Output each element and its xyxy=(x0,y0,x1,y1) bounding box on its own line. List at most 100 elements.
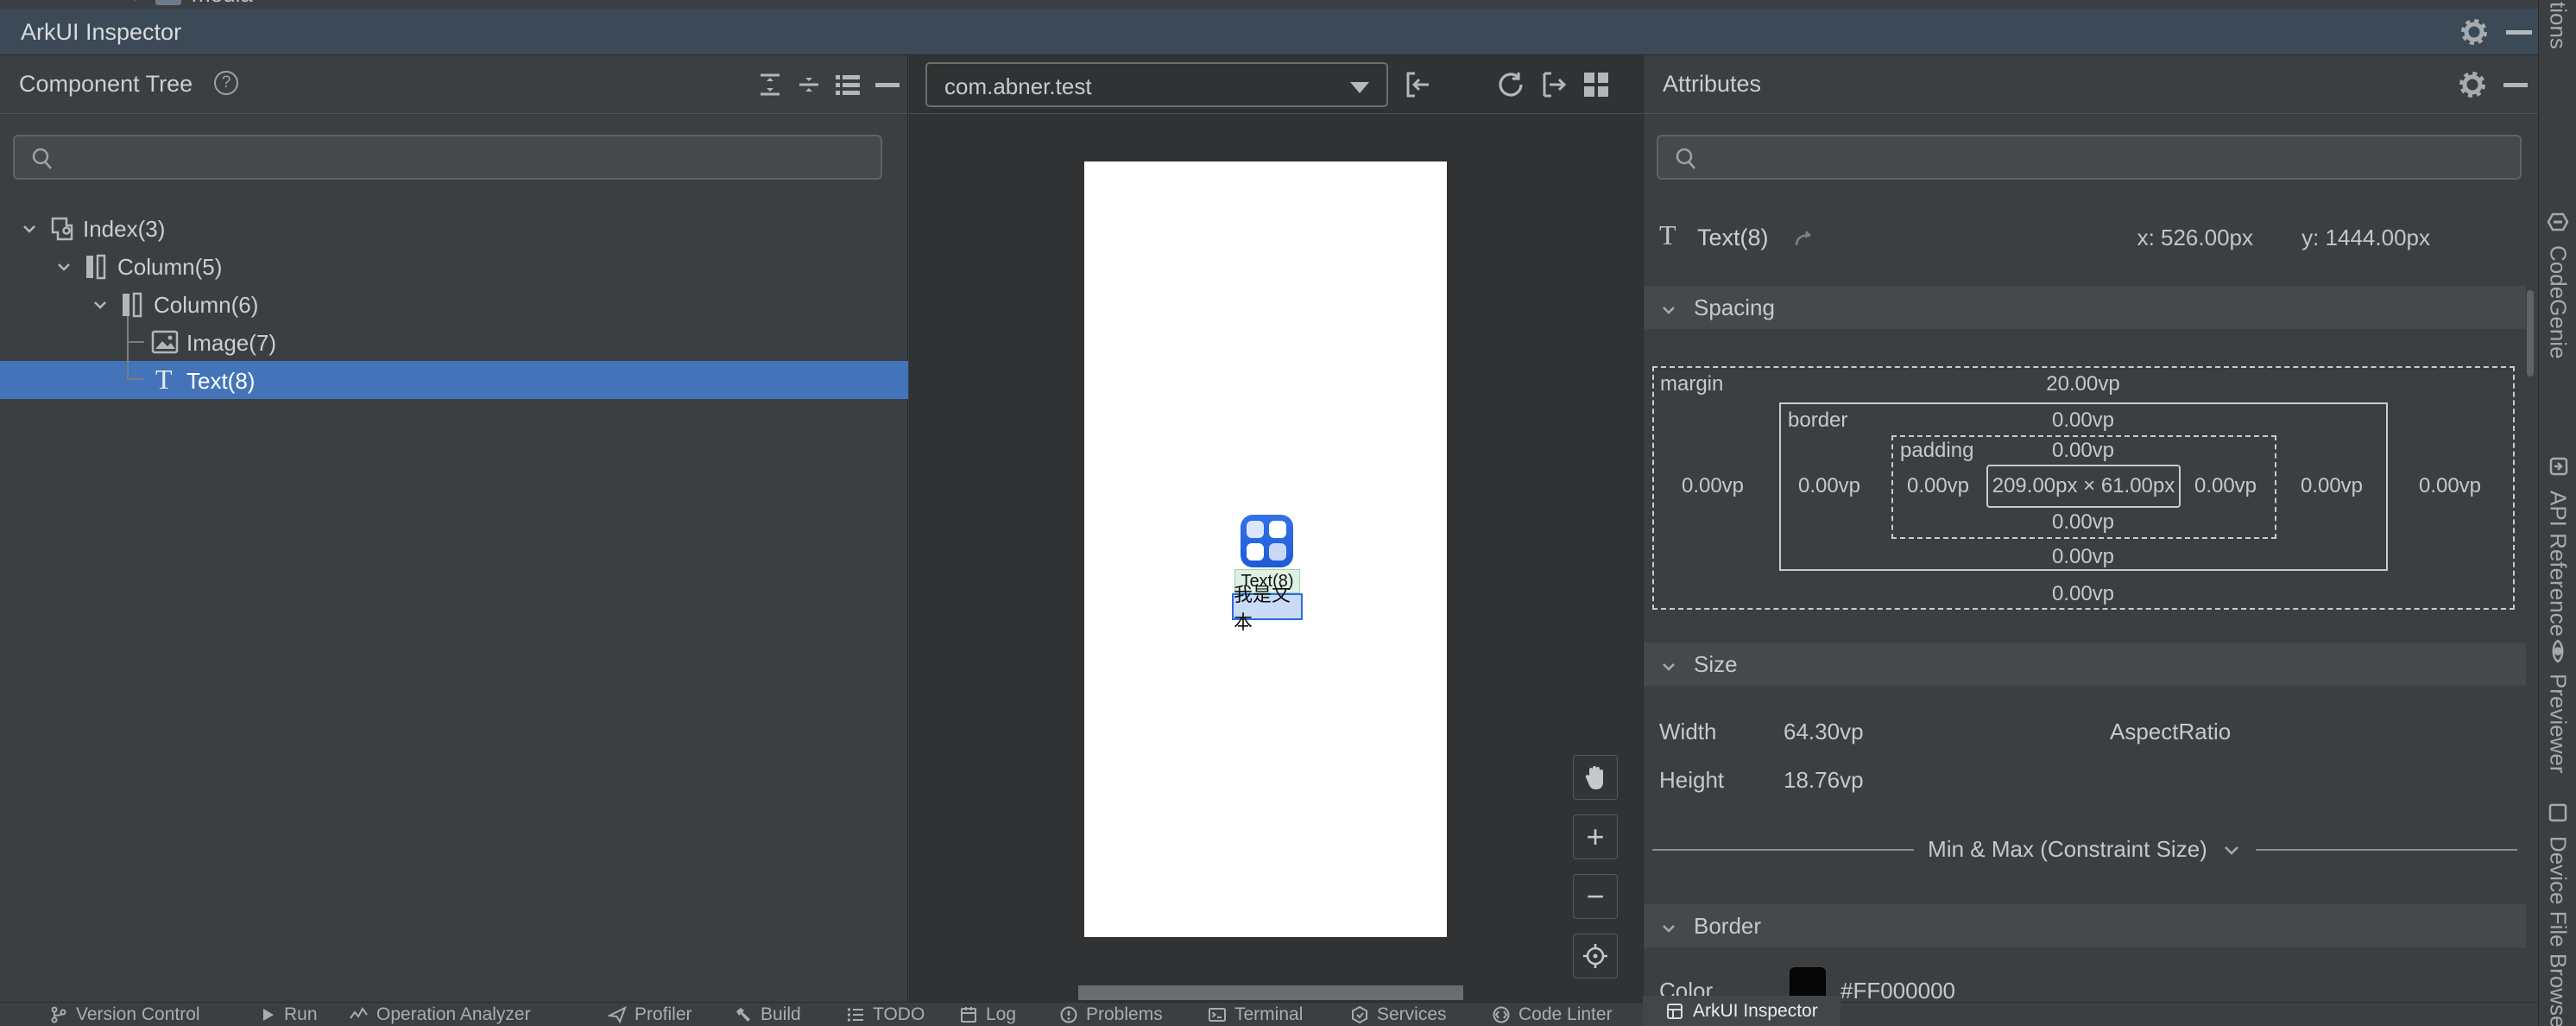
section-title: Border xyxy=(1694,913,1761,940)
hand-icon xyxy=(1582,763,1608,791)
toolbar-label: Build xyxy=(761,1004,801,1025)
hide-panel-icon[interactable] xyxy=(2498,55,2533,113)
paper-plane-icon xyxy=(608,1005,627,1024)
attributes-search-box xyxy=(1657,135,2522,180)
help-icon[interactable]: ? xyxy=(214,71,238,95)
toolbar-todo[interactable]: TODO xyxy=(846,1003,925,1026)
section-size[interactable]: Size xyxy=(1644,643,2526,686)
expand-all-icon[interactable] xyxy=(753,55,787,113)
panel-scrollbar[interactable] xyxy=(2527,290,2534,377)
plus-icon: + xyxy=(1586,821,1604,852)
codegenie-icon xyxy=(2547,211,2569,233)
list-view-icon[interactable] xyxy=(830,55,865,113)
tree-item-label: Index(3) xyxy=(83,216,165,243)
tree-item-column6[interactable]: Column(6) xyxy=(0,285,908,323)
export-snapshot-icon[interactable] xyxy=(1536,67,1570,102)
locate-component-button[interactable] xyxy=(1573,934,1618,978)
toolbar-version-control[interactable]: Version Control xyxy=(49,1003,200,1026)
tool-strip-label: CodeGenie xyxy=(2545,245,2572,359)
package-selector[interactable]: com.abner.test xyxy=(925,62,1388,107)
toolbar-problems[interactable]: Problems xyxy=(1059,1003,1163,1026)
toolbar-label: Services xyxy=(1377,1004,1447,1025)
jump-to-source-icon[interactable] xyxy=(1792,225,1818,250)
minimize-icon[interactable] xyxy=(2502,9,2536,54)
tree-connector xyxy=(127,378,144,380)
inspector-icon xyxy=(1665,1002,1684,1021)
tree-search-input[interactable] xyxy=(63,138,868,176)
tree-connector xyxy=(127,341,144,343)
toolbar-label: TODO xyxy=(873,1004,925,1025)
preview-toolbar: com.abner.test xyxy=(909,55,1643,114)
toolbar-label: Code Linter xyxy=(1518,1004,1613,1025)
tree-item-label: Column(5) xyxy=(117,254,222,281)
divider-line xyxy=(1652,849,1914,851)
chevron-down-icon[interactable] xyxy=(21,220,38,238)
chevron-down-icon[interactable] xyxy=(92,296,109,314)
toolbar-label: Log xyxy=(986,1004,1016,1025)
section-border[interactable]: Border xyxy=(1644,904,2526,947)
chevron-down-icon xyxy=(1659,301,1678,320)
tool-strip-codegenie[interactable]: CodeGenie xyxy=(2539,211,2576,359)
aspect-ratio-label: AspectRatio xyxy=(2110,719,2231,745)
tool-strip-api-reference[interactable]: API Reference xyxy=(2539,456,2576,636)
minmax-divider[interactable]: Min & Max (Constraint Size) xyxy=(1652,836,2517,863)
height-label: Height xyxy=(1659,767,1724,794)
attributes-panel: Attributes T Text(8) x: 526.00px y: 1444… xyxy=(1643,55,2538,1002)
component-x: x: 526.00px xyxy=(2137,225,2253,251)
horizontal-scrollbar[interactable] xyxy=(1078,985,1463,1000)
height-value: 18.76vp xyxy=(1784,767,1864,794)
selected-text-component[interactable]: 我是文本 xyxy=(1232,593,1303,620)
settings-gear-icon[interactable] xyxy=(2457,9,2491,54)
zoom-out-button[interactable]: − xyxy=(1573,874,1618,919)
grid-view-icon[interactable] xyxy=(1579,67,1613,102)
pan-tool-button[interactable] xyxy=(1573,755,1618,800)
toolbar-label: Profiler xyxy=(635,1004,692,1025)
component-tree-header: Component Tree ? xyxy=(0,55,907,114)
section-title: Spacing xyxy=(1694,294,1775,321)
tool-strip-label: tions xyxy=(2545,2,2572,49)
divider-line xyxy=(2256,849,2517,851)
collapse-all-icon[interactable] xyxy=(792,55,826,113)
section-spacing[interactable]: Spacing xyxy=(1644,286,2526,329)
toolbar-code-linter[interactable]: Code Linter xyxy=(1492,1003,1613,1026)
toolbar-label: Operation Analyzer xyxy=(376,1004,531,1025)
toolbar-arkui-inspector-active[interactable]: ArkUI Inspector xyxy=(1643,996,1840,1026)
settings-gear-icon[interactable] xyxy=(2455,55,2490,113)
app-grid-icon[interactable] xyxy=(1241,515,1293,567)
attributes-search-input[interactable] xyxy=(1707,138,2508,176)
toolbar-profiler[interactable]: Profiler xyxy=(608,1003,692,1026)
play-icon xyxy=(259,1006,276,1023)
toolbar-operation-analyzer[interactable]: Operation Analyzer xyxy=(350,1003,531,1026)
chevron-down-icon[interactable] xyxy=(55,258,73,276)
toolbar-terminal[interactable]: Terminal xyxy=(1208,1003,1303,1026)
toolbar-log[interactable]: Log xyxy=(959,1003,1016,1026)
tree-item-text-selected[interactable]: T Text(8) xyxy=(0,361,908,399)
tree-item-index[interactable]: Index(3) xyxy=(0,209,908,247)
border-top-value: 0.00vp xyxy=(2052,408,2114,433)
tool-strip-device-file-browser[interactable]: Device File Browser xyxy=(2539,801,2576,1026)
tool-window-titlebar: ArkUI Inspector xyxy=(0,9,2538,55)
package-name: com.abner.test xyxy=(944,73,1092,100)
toolbar-build[interactable]: Build xyxy=(734,1003,801,1026)
component-tree-panel: Component Tree ? Index(3) xyxy=(0,55,908,1002)
tool-strip-notifications[interactable]: tions xyxy=(2539,2,2576,49)
terminal-icon xyxy=(1208,1005,1227,1024)
zoom-in-button[interactable]: + xyxy=(1573,814,1618,859)
margin-label: margin xyxy=(1660,372,1723,396)
toolbar-run[interactable]: Run xyxy=(259,1003,318,1026)
refresh-icon[interactable] xyxy=(1493,67,1527,102)
tool-strip-previewer[interactable]: Previewer xyxy=(2539,641,2576,774)
margin-right-value: 0.00vp xyxy=(2419,474,2481,498)
text-icon: T xyxy=(1659,219,1676,251)
calendar-icon xyxy=(959,1005,978,1024)
dropdown-caret-icon xyxy=(1350,82,1369,93)
tree-item-column5[interactable]: Column(5) xyxy=(0,247,908,285)
import-snapshot-icon[interactable] xyxy=(1401,67,1436,102)
component-tree-title: Component Tree xyxy=(19,71,193,98)
image-icon xyxy=(151,329,179,355)
toolbar-services[interactable]: Services xyxy=(1350,1003,1447,1026)
hide-panel-icon[interactable] xyxy=(870,55,905,113)
padding-bottom-value: 0.00vp xyxy=(2052,510,2114,535)
project-tree-sliver[interactable]: media xyxy=(0,0,2538,9)
content-size-box[interactable]: 209.00px × 61.00px xyxy=(1986,465,2181,508)
